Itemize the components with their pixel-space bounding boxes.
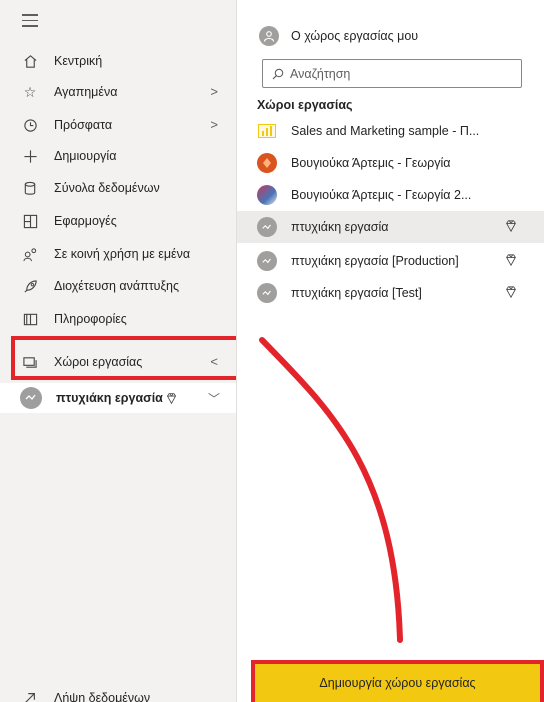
premium-diamond-icon (504, 219, 520, 235)
workspace-item[interactable]: Sales and Marketing sample - Π... (237, 115, 544, 147)
orange-logo-icon (257, 153, 277, 173)
search-placeholder: Αναζήτηση (290, 66, 351, 81)
nav-item-recent[interactable]: Πρόσφατα > (0, 110, 236, 140)
workspace-avatar-icon (257, 283, 277, 303)
create-workspace-button[interactable]: Δημιουργία χώρου εργασίας (255, 664, 540, 702)
annotation-highlight-box: Δημιουργία χώρου εργασίας (251, 660, 544, 702)
nav-item-label: Πρόσφατα (54, 118, 113, 132)
workspace-item[interactable]: πτυχιάκη εργασία [Test] (237, 277, 544, 309)
nav-item-datasets[interactable]: Σύνολα δεδομένων (0, 173, 236, 203)
premium-diamond-icon (504, 285, 520, 301)
person-icon (259, 26, 279, 46)
search-icon (272, 68, 284, 80)
hamburger-menu-icon[interactable] (22, 14, 38, 27)
nav-item-label: Σύνολα δεδομένων (54, 181, 160, 195)
workspace-name: Βουγιούκα Άρτεμις - Γεωργία 2... (291, 188, 472, 202)
workspace-avatar-icon (20, 387, 42, 409)
workspace-avatar-icon (257, 251, 277, 271)
chevron-down-icon[interactable]: ﹀ (208, 390, 220, 407)
nav-item-label: Διοχέτευση ανάπτυξης (54, 279, 180, 293)
photo-thumb-icon (257, 185, 277, 205)
workspace-search-input[interactable]: Αναζήτηση (262, 59, 522, 88)
premium-diamond-icon (504, 253, 520, 269)
my-workspace-label: Ο χώρος εργασίας μου (291, 29, 419, 43)
database-icon (22, 180, 38, 196)
nav-item-get-data[interactable]: Λήψη δεδομένων (0, 683, 236, 702)
workspaces-section-title: Χώροι εργασίας (257, 98, 353, 112)
workspace-name: Sales and Marketing sample - Π... (291, 124, 480, 138)
premium-diamond-icon (165, 392, 178, 405)
book-icon (22, 311, 38, 327)
workspace-name: πτυχιάκη εργασία [Production] (291, 254, 459, 268)
active-workspace-label: πτυχιάκη εργασία (56, 391, 163, 405)
nav-item-apps[interactable]: Εφαρμογές (0, 206, 236, 236)
star-icon: ☆ (23, 83, 37, 100)
nav-item-label: Αγαπημένα (54, 85, 118, 99)
chevron-right-icon: > (210, 117, 218, 132)
apps-icon (22, 213, 38, 229)
nav-item-label: Σε κοινή χρήση με εμένα (54, 247, 191, 261)
chevron-right-icon: > (210, 84, 218, 99)
nav-item-label: Εφαρμογές (54, 214, 117, 228)
workspace-item[interactable]: Βουγιούκα Άρτεμις - Γεωργία (237, 147, 544, 179)
annotation-highlight-box (11, 336, 240, 380)
workspace-item[interactable]: Βουγιούκα Άρτεμις - Γεωργία 2... (237, 179, 544, 211)
nav-item-create[interactable]: Δημιουργία (0, 141, 236, 171)
nav-item-home[interactable]: Κεντρική (0, 46, 236, 76)
nav-item-label: Λήψη δεδομένων (54, 691, 151, 702)
arrow-up-right-icon (22, 690, 38, 702)
workspace-name: πτυχιάκη εργασία (291, 220, 389, 234)
rocket-icon (22, 278, 38, 294)
workspace-item-selected[interactable]: πτυχιάκη εργασία (237, 211, 544, 243)
chart-icon (257, 121, 277, 141)
workspace-name: Βουγιούκα Άρτεμις - Γεωργία (291, 156, 451, 170)
nav-item-label: Πληροφορίες (54, 312, 127, 326)
workspace-name: πτυχιάκη εργασία [Test] (291, 286, 422, 300)
active-workspace-item[interactable]: πτυχιάκη εργασία ﹀ (0, 383, 236, 413)
workspace-avatar-icon (257, 217, 277, 237)
workspace-item[interactable]: πτυχιάκη εργασία [Production] (237, 245, 544, 277)
my-workspace-link[interactable]: Ο χώρος εργασίας μου (259, 26, 418, 46)
nav-item-label: Δημιουργία (54, 149, 117, 163)
home-icon (22, 53, 38, 69)
nav-item-label: Κεντρική (54, 54, 103, 68)
nav-item-deployment-pipelines[interactable]: Διοχέτευση ανάπτυξης (0, 271, 236, 301)
shared-icon (22, 246, 38, 262)
clock-icon (22, 117, 38, 133)
plus-icon (22, 148, 38, 164)
nav-item-shared-with-me[interactable]: Σε κοινή χρήση με εμένα (0, 239, 236, 269)
nav-item-learn[interactable]: Πληροφορίες (0, 304, 236, 334)
nav-item-favorites[interactable]: ☆ Αγαπημένα > (0, 77, 236, 107)
workspaces-flyout-panel: Ο χώρος εργασίας μου Αναζήτηση Χώροι εργ… (237, 0, 544, 702)
